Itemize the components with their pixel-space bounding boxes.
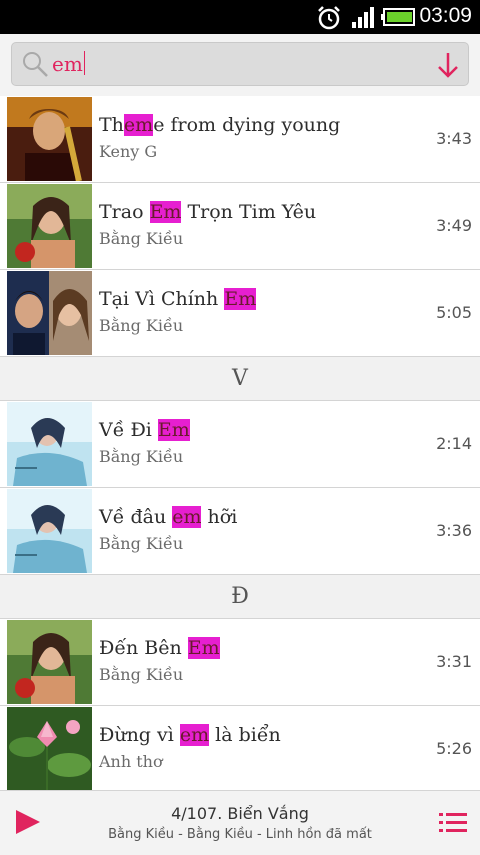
now-playing-subtitle: Bằng Kiều - Bằng Kiều - Linh hồn đã mất xyxy=(108,827,372,842)
search-match-highlight: em xyxy=(123,114,154,136)
song-title: Đến Bên Em xyxy=(99,637,220,659)
song-duration: 3:36 xyxy=(436,521,472,540)
search-query: em xyxy=(52,51,85,76)
album-art xyxy=(7,271,92,355)
text-cursor xyxy=(83,51,85,75)
search-match-highlight: Em xyxy=(157,419,190,441)
battery-icon xyxy=(381,8,415,26)
search-match-highlight: em xyxy=(179,724,210,746)
song-artist: Bằng Kiều xyxy=(99,447,184,466)
album-art xyxy=(7,620,92,704)
album-art xyxy=(7,707,92,791)
album-art xyxy=(7,489,92,573)
song-row[interactable]: Theme from dying young Keny G 3:43 xyxy=(0,96,480,183)
now-playing-bar[interactable]: 4/107. Biển Vắng Bằng Kiều - Bằng Kiều -… xyxy=(0,790,480,855)
album-art xyxy=(7,184,92,268)
song-artist: Keny G xyxy=(99,142,158,161)
status-time: 03:09 xyxy=(419,4,472,27)
search-match-highlight: Em xyxy=(224,288,257,310)
playlist-icon[interactable] xyxy=(439,811,467,835)
song-artist: Bằng Kiều xyxy=(99,229,184,248)
song-duration: 3:49 xyxy=(436,216,472,235)
song-title: Về Đi Em xyxy=(99,419,190,441)
song-artist: Bằng Kiều xyxy=(99,534,184,553)
song-row[interactable]: Tại Vì Chính Em Bằng Kiều 5:05 xyxy=(0,270,480,357)
song-row[interactable]: Đừng vì em là biển Anh thơ 5:26 xyxy=(0,706,480,793)
song-list: Theme from dying young Keny G 3:43 Trao … xyxy=(0,96,480,793)
song-title: Trao Em Trọn Tim Yêu xyxy=(99,201,317,223)
search-match-highlight: em xyxy=(172,506,202,528)
search-icon xyxy=(23,52,48,77)
search-bar: em xyxy=(0,34,480,97)
song-row[interactable]: Đến Bên Em Bằng Kiều 3:31 xyxy=(0,619,480,706)
song-title: Theme from dying young xyxy=(99,114,341,136)
section-header: Đ xyxy=(0,575,480,619)
song-title: Đừng vì em là biển xyxy=(99,724,281,746)
song-duration: 5:26 xyxy=(436,739,472,758)
song-row[interactable]: Về đâu em hỡi Bằng Kiều 3:36 xyxy=(0,488,480,575)
song-title: Về đâu em hỡi xyxy=(99,506,238,528)
song-duration: 5:05 xyxy=(436,303,472,322)
search-input[interactable]: em xyxy=(11,42,469,86)
alarm-icon xyxy=(318,6,340,30)
now-playing-title: 4/107. Biển Vắng xyxy=(171,804,309,823)
song-duration: 3:31 xyxy=(436,652,472,671)
signal-icon xyxy=(352,7,374,28)
album-art xyxy=(7,402,92,486)
song-title: Tại Vì Chính Em xyxy=(99,288,257,310)
song-artist: Anh thơ xyxy=(99,752,163,771)
search-match-highlight: Em xyxy=(149,201,182,223)
album-art xyxy=(7,97,92,181)
song-row[interactable]: Trao Em Trọn Tim Yêu Bằng Kiều 3:49 xyxy=(0,183,480,270)
section-header: V xyxy=(0,357,480,401)
status-bar: 03:09 xyxy=(0,0,480,34)
song-duration: 3:43 xyxy=(436,129,472,148)
search-match-highlight: Em xyxy=(187,637,220,659)
song-duration: 2:14 xyxy=(436,434,472,453)
song-artist: Bằng Kiều xyxy=(99,316,184,335)
song-artist: Bằng Kiều xyxy=(99,665,184,684)
song-row[interactable]: Về Đi Em Bằng Kiều 2:14 xyxy=(0,401,480,488)
sort-down-arrow-icon[interactable] xyxy=(436,51,460,79)
